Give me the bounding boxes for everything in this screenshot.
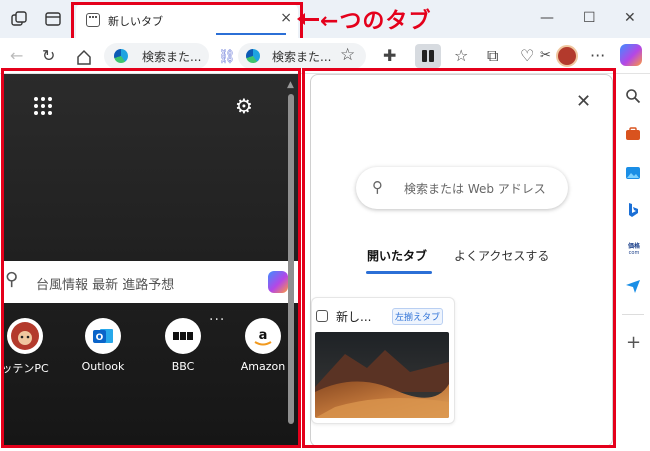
annotation-box-side-panel	[302, 68, 616, 448]
annotation-label: ←つのタブ	[320, 9, 432, 34]
close-window-icon[interactable]: ✕	[624, 10, 636, 26]
address-text-left: 検索また...	[142, 50, 202, 64]
svg-text:価格: 価格	[627, 242, 641, 250]
image-creator-icon[interactable]	[625, 164, 641, 180]
svg-text:com: com	[629, 250, 640, 256]
more-menu-icon[interactable]: ···	[590, 46, 605, 66]
screenshot-icon[interactable]: ✂	[540, 46, 551, 66]
tab-actions-icon[interactable]	[44, 10, 62, 28]
search-icon[interactable]	[625, 88, 641, 104]
bing-icon[interactable]	[625, 202, 641, 218]
browser-essentials-icon[interactable]: ♡	[520, 46, 534, 66]
favorite-star-icon[interactable]: ☆	[340, 45, 355, 65]
maximize-icon[interactable]: ☐	[583, 10, 596, 26]
edge-icon	[246, 49, 260, 63]
split-screen-icon[interactable]	[415, 44, 441, 68]
annotation-box-left-pane	[1, 68, 301, 448]
back-icon[interactable]: ←	[10, 46, 23, 66]
address-bar-right[interactable]: 検索また... ☆	[238, 43, 366, 69]
refresh-icon[interactable]: ↻	[42, 46, 55, 66]
collections-icon[interactable]: ⧉	[487, 46, 498, 66]
home-icon[interactable]	[75, 48, 93, 66]
rail-separator	[622, 314, 644, 315]
profile-avatar[interactable]	[556, 45, 578, 67]
tools-briefcase-icon[interactable]	[625, 126, 641, 142]
edge-icon	[114, 49, 128, 63]
workspaces-icon[interactable]	[10, 10, 28, 28]
send-icon[interactable]	[625, 278, 641, 294]
copilot-icon[interactable]	[620, 44, 642, 66]
add-icon[interactable]: +	[626, 332, 641, 353]
annotation-arrow	[297, 13, 319, 25]
kakaku-icon[interactable]: 価格com	[625, 240, 643, 256]
sidebar-rail: 価格 com +	[616, 74, 650, 451]
favorites-icon[interactable]: ☆	[454, 46, 468, 66]
address-bar-left[interactable]: 検索また...	[104, 43, 209, 69]
minimize-icon[interactable]: —	[540, 10, 554, 26]
link-icon[interactable]: ⛓	[218, 47, 236, 67]
extensions-icon[interactable]: ✚	[383, 46, 396, 66]
address-text-right: 検索また...	[272, 50, 332, 64]
